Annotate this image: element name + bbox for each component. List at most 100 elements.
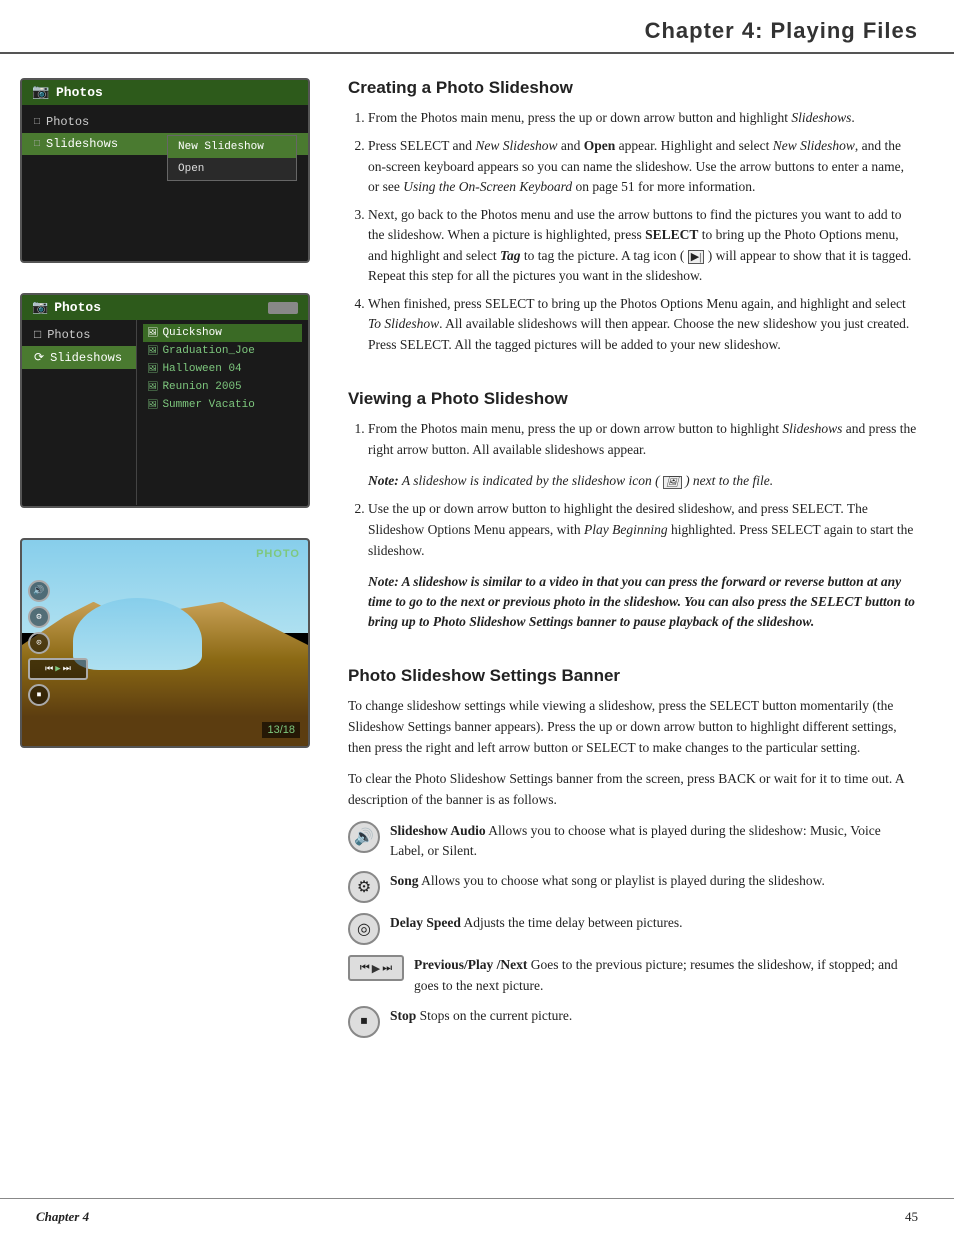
creating-title: Creating a Photo Slideshow <box>348 78 918 98</box>
new-slideshow-italic-2: New Slideshow <box>773 138 855 153</box>
banner-para2: To clear the Photo Slideshow Settings ba… <box>348 769 918 811</box>
play-ctrl-icon: ▶ <box>372 962 380 975</box>
icon-row-delay: ◎ Delay Speed Adjusts the time delay bet… <box>348 913 918 945</box>
next-icon: ⏭ <box>63 664 71 674</box>
page-header: Chapter 4: Playing Files <box>0 0 954 54</box>
step-3: Next, go back to the Photos menu and use… <box>368 205 918 286</box>
viewing-steps: From the Photos main menu, press the up … <box>368 419 918 633</box>
camera-icon-2: 📷 <box>32 300 48 315</box>
audio-bold: Slideshow Audio <box>390 823 486 838</box>
settings-ctrl: ⚙ <box>28 606 50 628</box>
stop-desc-text: Stop Stops on the current picture. <box>390 1006 572 1026</box>
banner-para1: To change slideshow settings while viewi… <box>348 696 918 759</box>
footer-page-number: 45 <box>905 1209 918 1225</box>
to-slideshow-italic: To Slideshow <box>368 316 439 331</box>
delay-desc-text: Delay Speed Adjusts the time delay betwe… <box>390 913 682 933</box>
slide-icon-1: 🖼 <box>147 328 158 338</box>
slide-icon-3: 🖼 <box>147 364 158 374</box>
summer-label: Summer Vacatio <box>162 399 254 411</box>
submenu-open: Open <box>168 158 296 180</box>
s2-photos: □ Photos <box>22 324 136 346</box>
screenshot-2: 📷 Photos □ Photos ⟳ Slideshows <box>20 293 310 508</box>
s2-slideshows: ⟳ Slideshows <box>22 346 136 369</box>
view-note-1: Note: A slideshow is indicated by the sl… <box>368 471 918 491</box>
note-bold-1: Note: <box>368 473 399 488</box>
screen1-header: 📷 Photos <box>22 80 308 105</box>
spacer-1 <box>348 365 918 383</box>
slideshow-summer: 🖼 Summer Vacatio <box>143 396 302 414</box>
slideshows-label: Slideshows <box>46 137 118 151</box>
left-column: 📷 Photos □ Photos □ Slideshows New Slide… <box>0 54 330 1072</box>
prev-play-next-ctrl: ⏮ ▶ ⏭ <box>28 658 88 680</box>
spacer-2 <box>348 642 918 660</box>
screenshot-1: 📷 Photos □ Photos □ Slideshows New Slide… <box>20 78 310 263</box>
s2-slide-icon: ⟳ <box>34 350 44 365</box>
icon-row-prevplaynext: ⏮ ▶ ⏭ Previous/Play /Next Goes to the pr… <box>348 955 918 996</box>
icon-row-audio: 🔊 Slideshow Audio Allows you to choose w… <box>348 821 918 862</box>
graduation-label: Graduation_Joe <box>162 345 254 357</box>
reunion-label: Reunion 2005 <box>162 381 241 393</box>
submenu: New Slideshow Open <box>167 135 297 181</box>
icon-row-stop: ⏹ Stop Stops on the current picture. <box>348 1006 918 1038</box>
s2-photos-label: Photos <box>47 328 90 342</box>
open-bold: Open <box>584 138 616 153</box>
select-bold-1: SELECT <box>645 227 698 242</box>
step-1: From the Photos main menu, press the up … <box>368 108 918 128</box>
page-body: 📷 Photos □ Photos □ Slideshows New Slide… <box>0 54 954 1072</box>
step-4: When finished, press SELECT to bring up … <box>368 294 918 355</box>
ppn-bold: Previous/Play /Next <box>414 957 527 972</box>
photos-label: Photos <box>46 115 89 129</box>
slideshow-halloween: 🖼 Halloween 04 <box>143 360 302 378</box>
song-bold: Song <box>390 873 419 888</box>
slide-icon-4: 🖼 <box>147 382 158 392</box>
screen2-header: 📷 Photos <box>22 295 308 320</box>
screen1-title: Photos <box>56 85 103 100</box>
submenu-new-slideshow: New Slideshow <box>168 136 296 158</box>
icon-row-song: ⚙ Song Allows you to choose what song or… <box>348 871 918 903</box>
keyboard-italic: Using the On-Screen Keyboard <box>403 179 572 194</box>
photo-counter: 13/18 <box>262 722 300 738</box>
view-note-2: Note: A slideshow is similar to a video … <box>368 572 918 633</box>
slide-icon-2: 🖼 <box>147 346 158 356</box>
banner-title: Photo Slideshow Settings Banner <box>348 666 918 686</box>
slideshows-italic-1: Slideshows <box>791 110 851 125</box>
slideshow-graduation: 🖼 Graduation_Joe <box>143 342 302 360</box>
menu-item-photos: □ Photos <box>22 111 308 133</box>
tag-bold-italic: Tag <box>500 248 521 263</box>
screen2-left-panel: □ Photos ⟳ Slideshows <box>22 320 137 505</box>
s2-slideshows-label: Slideshows <box>50 351 122 365</box>
prev-ctrl-icon: ⏮ <box>360 962 370 975</box>
controls-overlay: 🔊 ⚙ ⊙ ⏮ ▶ ⏭ ⏹ <box>28 580 88 706</box>
page-footer: Chapter 4 45 <box>0 1198 954 1235</box>
view-step-1: From the Photos main menu, press the up … <box>368 419 918 491</box>
s2-photos-icon: □ <box>34 328 41 342</box>
photo-label: PHOTO <box>256 548 300 560</box>
quickshow-label: Quickshow <box>162 327 221 339</box>
view-step-2: Use the up or down arrow button to highl… <box>368 499 918 633</box>
song-icon-desc: ⚙ <box>348 871 380 903</box>
photos-icon: □ <box>34 117 40 128</box>
step-2: Press SELECT and New Slideshow and Open … <box>368 136 918 197</box>
slideshow-reunion: 🖼 Reunion 2005 <box>143 378 302 396</box>
camera-icon: 📷 <box>32 86 50 100</box>
audio-ctrl: 🔊 <box>28 580 50 602</box>
play-begin-italic: Play Beginning <box>584 522 668 537</box>
song-desc-text: Song Allows you to choose what song or p… <box>390 871 825 891</box>
slideshows-icon: □ <box>34 139 40 150</box>
slide-icon-5: 🖼 <box>147 400 158 410</box>
slideshow-quickshow: 🖼 Quickshow <box>143 324 302 342</box>
footer-chapter: Chapter 4 <box>36 1209 89 1225</box>
stop-ctrl: ⏹ <box>28 684 50 706</box>
new-slideshow-italic: New Slideshow <box>475 138 557 153</box>
screen2-title-group: 📷 Photos <box>32 300 101 315</box>
audio-icon-desc: 🔊 <box>348 821 380 853</box>
stop-icon-desc: ⏹ <box>348 1006 380 1038</box>
scroll-bar-top <box>268 302 298 314</box>
delay-icon-desc: ◎ <box>348 913 380 945</box>
prev-icon: ⏮ <box>45 664 53 674</box>
chapter-title: Chapter 4: Playing Files <box>36 18 918 44</box>
view-step-2-text: Use the up or down arrow button to highl… <box>368 499 918 562</box>
halloween-label: Halloween 04 <box>162 363 241 375</box>
next-ctrl-icon: ⏭ <box>382 962 392 975</box>
note-bold-2: Note: <box>368 574 399 589</box>
